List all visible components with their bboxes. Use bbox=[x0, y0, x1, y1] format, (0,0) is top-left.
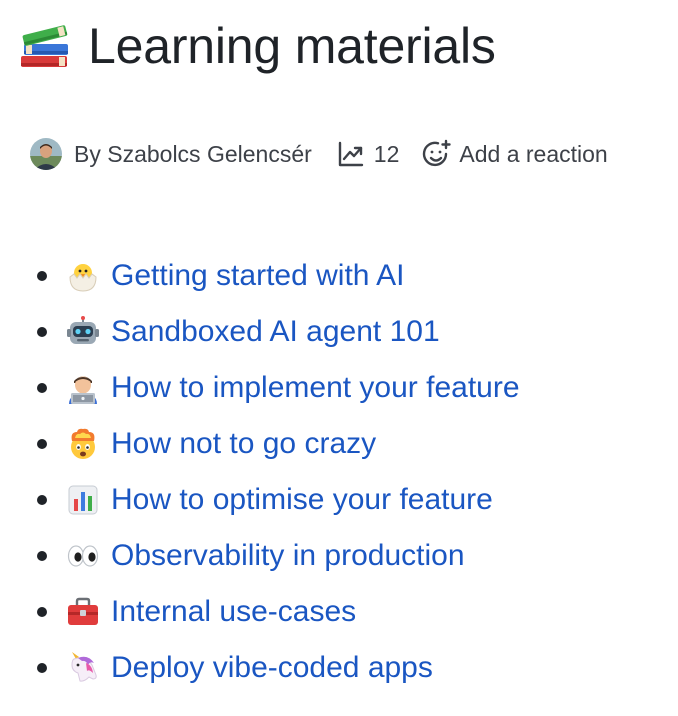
material-link[interactable]: Observability in production bbox=[111, 536, 465, 576]
hatching-chick-icon bbox=[66, 259, 100, 293]
page-header: Learning materials bbox=[18, 14, 496, 78]
page: Learning materials By Szabolcs Gelencsér… bbox=[0, 0, 678, 716]
bullet bbox=[37, 271, 47, 281]
bullet bbox=[37, 495, 47, 505]
list-item: How not to go crazy bbox=[30, 416, 520, 472]
list-item: How to optimise your feature bbox=[30, 472, 520, 528]
eyes-icon bbox=[66, 539, 100, 573]
list-item: Sandboxed AI agent 101 bbox=[30, 304, 520, 360]
bullet bbox=[37, 607, 47, 617]
exploding-head-icon bbox=[66, 427, 100, 461]
trending-up-icon bbox=[336, 139, 366, 169]
bullet bbox=[37, 551, 47, 561]
page-meta: By Szabolcs Gelencsér 12 Add a reaction bbox=[30, 134, 608, 174]
add-reaction-label: Add a reaction bbox=[459, 140, 608, 167]
material-link[interactable]: How to optimise your feature bbox=[111, 480, 493, 520]
toolbox-icon bbox=[66, 595, 100, 629]
page-title: Learning materials bbox=[88, 18, 496, 74]
bullet bbox=[37, 383, 47, 393]
unicorn-icon bbox=[66, 651, 100, 685]
material-link[interactable]: Sandboxed AI agent 101 bbox=[111, 312, 440, 352]
bullet bbox=[37, 663, 47, 673]
bar-chart-icon bbox=[66, 483, 100, 517]
technologist-icon bbox=[66, 371, 100, 405]
materials-list: Getting started with AI Sandboxed AI age… bbox=[30, 248, 520, 696]
books-icon bbox=[18, 20, 72, 72]
add-reaction-button[interactable]: Add a reaction bbox=[421, 139, 608, 169]
list-item: Observability in production bbox=[30, 528, 520, 584]
author-avatar[interactable] bbox=[30, 138, 62, 170]
list-item: Internal use-cases bbox=[30, 584, 520, 640]
add-reaction-icon bbox=[421, 139, 452, 169]
material-link[interactable]: Getting started with AI bbox=[111, 256, 404, 296]
view-count: 12 bbox=[373, 140, 400, 167]
author-name[interactable]: By Szabolcs Gelencsér bbox=[74, 141, 312, 168]
bullet bbox=[37, 327, 47, 337]
bullet bbox=[37, 439, 47, 449]
material-link[interactable]: Deploy vibe-coded apps bbox=[111, 648, 433, 688]
list-item: How to implement your feature bbox=[30, 360, 520, 416]
material-link[interactable]: How not to go crazy bbox=[111, 424, 376, 464]
list-item: Deploy vibe-coded apps bbox=[30, 640, 520, 696]
list-item: Getting started with AI bbox=[30, 248, 520, 304]
material-link[interactable]: Internal use-cases bbox=[111, 592, 356, 632]
material-link[interactable]: How to implement your feature bbox=[111, 368, 520, 408]
robot-icon bbox=[66, 315, 100, 349]
